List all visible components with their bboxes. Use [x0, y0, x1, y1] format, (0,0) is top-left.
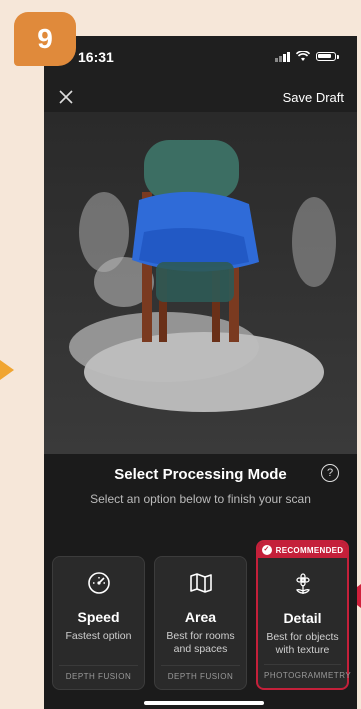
recommended-badge: ✓ RECOMMENDED: [258, 542, 347, 558]
save-draft-button[interactable]: Save Draft: [283, 90, 344, 105]
mode-desc: Fastest option: [53, 630, 144, 643]
status-time: 16:31: [78, 49, 114, 65]
mode-title: Speed: [77, 609, 120, 625]
map-icon: [155, 571, 246, 597]
mode-card-area[interactable]: Area Best for rooms and spaces DEPTH FUS…: [154, 556, 247, 690]
scan-point-cloud-image: [69, 140, 336, 412]
battery-cap: [337, 54, 339, 59]
status-bar: 16:31: [44, 36, 357, 76]
mode-desc-line1: Fastest option: [65, 630, 132, 642]
mode-card-detail[interactable]: ✓ RECOMMENDED Detail Best for objects wi…: [256, 540, 351, 690]
help-button[interactable]: ?: [321, 464, 339, 482]
scan-preview[interactable]: [44, 112, 357, 454]
home-indicator[interactable]: [144, 701, 264, 705]
phone-screen: 16:31 Save Draft Select Processing Mode …: [44, 36, 357, 709]
mode-title: Area: [184, 609, 217, 625]
wifi-icon: [296, 51, 310, 61]
status-icons: [275, 51, 339, 62]
mode-desc: Best for objects with texture: [258, 631, 347, 657]
badge-label: RECOMMENDED: [275, 545, 344, 555]
mode-method: DEPTH FUSION: [59, 665, 138, 681]
mode-method: DEPTH FUSION: [161, 665, 240, 681]
badge-check-icon: ✓: [261, 545, 272, 555]
mode-desc-line1: Best for rooms: [166, 630, 235, 642]
mode-title: Detail: [283, 610, 322, 626]
mode-method: PHOTOGRAMMETRY: [264, 664, 351, 680]
mode-desc-line2: with texture: [275, 644, 330, 656]
processing-mode-panel: Select Processing Mode ? Select an optio…: [44, 454, 357, 709]
speedometer-icon: [53, 571, 144, 597]
close-button[interactable]: [56, 88, 76, 108]
mode-desc-line1: Best for objects: [266, 631, 339, 643]
step-number-badge: 9: [14, 12, 76, 66]
nav-bar: Save Draft: [44, 84, 357, 112]
panel-title: Select Processing Mode: [114, 466, 287, 483]
mode-desc: Best for rooms and spaces: [155, 630, 246, 656]
flower-icon: [258, 572, 347, 598]
mode-card-speed[interactable]: Speed Fastest option DEPTH FUSION: [52, 556, 145, 690]
signal-icon: [275, 51, 290, 62]
battery-icon: [316, 52, 336, 61]
mode-cards: Speed Fastest option DEPTH FUSION Area B…: [52, 536, 352, 692]
mode-desc-line2: and spaces: [173, 643, 228, 655]
close-icon: [59, 90, 73, 104]
pointer-arrow-left: [0, 360, 14, 380]
panel-subtitle: Select an option below to finish your sc…: [90, 492, 311, 506]
